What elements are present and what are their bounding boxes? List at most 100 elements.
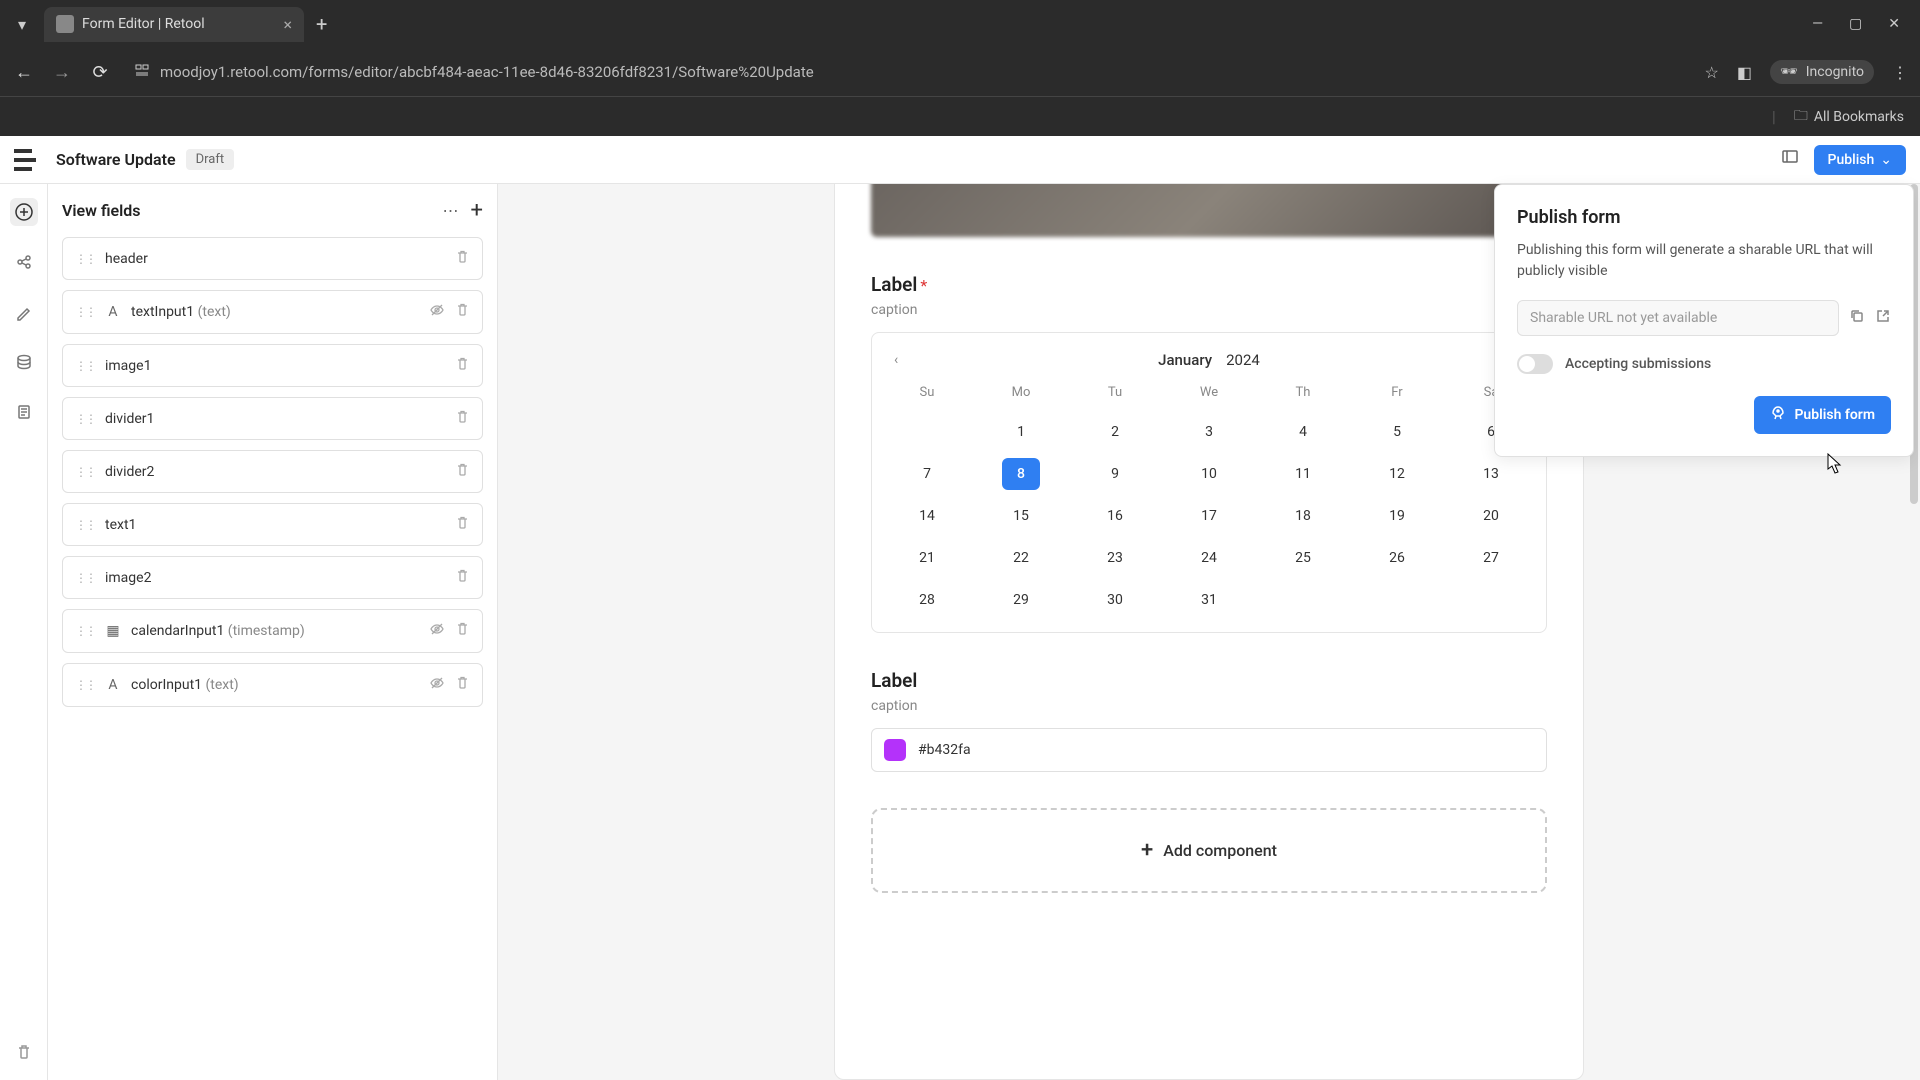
nav-forward-icon[interactable]: → — [50, 62, 74, 83]
sharable-url-field[interactable]: Sharable URL not yet available — [1517, 300, 1839, 336]
calendar-prev-icon[interactable]: ‹ — [886, 348, 906, 372]
delete-field-icon[interactable] — [455, 302, 470, 322]
field-card[interactable]: ⋮⋮ divider1 — [62, 397, 483, 440]
hide-field-icon[interactable] — [429, 675, 445, 695]
calendar-day[interactable]: 25 — [1284, 542, 1322, 574]
calendar-day[interactable]: 16 — [1096, 500, 1134, 532]
calendar-day[interactable]: 2 — [1096, 416, 1134, 448]
rail-data-button[interactable] — [10, 348, 38, 376]
retool-logo[interactable] — [14, 149, 36, 171]
drag-handle-icon[interactable]: ⋮⋮ — [75, 465, 95, 479]
accepting-submissions-toggle[interactable] — [1517, 354, 1553, 374]
color-swatch[interactable] — [884, 739, 906, 761]
rail-add-button[interactable] — [10, 198, 38, 226]
incognito-badge[interactable]: 🕶 Incognito — [1770, 60, 1874, 84]
rail-design-button[interactable] — [10, 298, 38, 326]
sidebar-more-icon[interactable]: ⋯ — [443, 201, 459, 220]
drag-handle-icon[interactable]: ⋮⋮ — [75, 624, 95, 638]
calendar-day[interactable]: 3 — [1190, 416, 1228, 448]
url-field[interactable]: moodjoy1.retool.com/forms/editor/abcbf48… — [126, 62, 1690, 82]
calendar-day[interactable]: 20 — [1472, 500, 1510, 532]
all-bookmarks-button[interactable]: 🗀 All Bookmarks — [1794, 105, 1904, 129]
open-url-icon[interactable] — [1875, 308, 1891, 328]
calendar-day[interactable]: 17 — [1190, 500, 1228, 532]
rail-share-button[interactable] — [10, 248, 38, 276]
calendar-day[interactable]: 22 — [1002, 542, 1040, 574]
rail-trash-button[interactable] — [10, 1038, 38, 1066]
window-close-icon[interactable]: ✕ — [1888, 16, 1900, 32]
calendar-day[interactable]: 14 — [908, 500, 946, 532]
add-component-button[interactable]: + Add component — [871, 808, 1547, 893]
field-card[interactable]: ⋮⋮ header — [62, 237, 483, 280]
calendar-day[interactable]: 8 — [1002, 458, 1040, 490]
calendar-day[interactable]: 30 — [1096, 584, 1134, 616]
drag-handle-icon[interactable]: ⋮⋮ — [75, 412, 95, 426]
sidebar-add-icon[interactable]: + — [471, 198, 483, 223]
color-input[interactable]: #b432fa — [871, 728, 1547, 772]
nav-back-icon[interactable]: ← — [12, 62, 36, 83]
drag-handle-icon[interactable]: ⋮⋮ — [75, 571, 95, 585]
calendar-month[interactable]: January — [1158, 351, 1212, 369]
calendar-day[interactable]: 10 — [1190, 458, 1228, 490]
delete-field-icon[interactable] — [455, 515, 470, 534]
delete-field-icon[interactable] — [455, 249, 470, 268]
preview-icon[interactable] — [1780, 147, 1800, 172]
drag-handle-icon[interactable]: ⋮⋮ — [75, 518, 95, 532]
tab-close-icon[interactable]: × — [283, 15, 292, 34]
calendar-input[interactable]: ‹ January 2024 › SuMoTuWeThFrSa123456789… — [871, 332, 1547, 633]
tab-search-dropdown[interactable]: ▾ — [8, 10, 36, 38]
site-info-icon[interactable] — [134, 62, 150, 82]
bookmark-star-icon[interactable]: ☆ — [1704, 63, 1718, 82]
window-maximize-icon[interactable]: ▢ — [1849, 16, 1862, 32]
calendar-day[interactable]: 31 — [1190, 584, 1228, 616]
hide-field-icon[interactable] — [429, 302, 445, 322]
calendar-day[interactable]: 19 — [1378, 500, 1416, 532]
calendar-day[interactable]: 15 — [1002, 500, 1040, 532]
field-card[interactable]: ⋮⋮ image1 — [62, 344, 483, 387]
field-card[interactable]: ⋮⋮ image2 — [62, 556, 483, 599]
publish-form-button[interactable]: Publish form — [1754, 396, 1891, 434]
calendar-day[interactable]: 9 — [1096, 458, 1134, 490]
calendar-day[interactable]: 13 — [1472, 458, 1510, 490]
rail-docs-button[interactable] — [10, 398, 38, 426]
calendar-day[interactable]: 24 — [1190, 542, 1228, 574]
calendar-day[interactable]: 5 — [1378, 416, 1416, 448]
delete-field-icon[interactable] — [455, 675, 470, 695]
field-card[interactable]: ⋮⋮ ▦ calendarInput1 (timestamp) — [62, 609, 483, 653]
calendar-day[interactable]: 28 — [908, 584, 946, 616]
calendar-day[interactable]: 7 — [908, 458, 946, 490]
calendar-day[interactable]: 21 — [908, 542, 946, 574]
calendar-day[interactable]: 1 — [1002, 416, 1040, 448]
publish-button[interactable]: Publish ⌄ — [1814, 145, 1906, 175]
side-panel-icon[interactable]: ◧ — [1737, 63, 1752, 82]
browser-tab[interactable]: Form Editor | Retool × — [44, 7, 304, 42]
drag-handle-icon[interactable]: ⋮⋮ — [75, 678, 95, 692]
calendar-year[interactable]: 2024 — [1226, 351, 1260, 369]
calendar-day[interactable]: 11 — [1284, 458, 1322, 490]
delete-field-icon[interactable] — [455, 621, 470, 641]
field-card[interactable]: ⋮⋮ divider2 — [62, 450, 483, 493]
new-tab-button[interactable]: + — [316, 12, 327, 36]
hide-field-icon[interactable] — [429, 621, 445, 641]
calendar-day[interactable]: 12 — [1378, 458, 1416, 490]
delete-field-icon[interactable] — [455, 462, 470, 481]
calendar-day[interactable]: 4 — [1284, 416, 1322, 448]
browser-menu-icon[interactable]: ⋮ — [1892, 63, 1908, 82]
calendar-day[interactable]: 29 — [1002, 584, 1040, 616]
drag-handle-icon[interactable]: ⋮⋮ — [75, 252, 95, 266]
copy-url-icon[interactable] — [1849, 308, 1865, 328]
field-card[interactable]: ⋮⋮ text1 — [62, 503, 483, 546]
window-minimize-icon[interactable]: — — [1812, 16, 1823, 32]
calendar-day[interactable]: 27 — [1472, 542, 1510, 574]
drag-handle-icon[interactable]: ⋮⋮ — [75, 305, 95, 319]
field-card[interactable]: ⋮⋮ A textInput1 (text) — [62, 290, 483, 334]
nav-reload-icon[interactable]: ⟳ — [88, 62, 112, 83]
delete-field-icon[interactable] — [455, 409, 470, 428]
delete-field-icon[interactable] — [455, 568, 470, 587]
calendar-day[interactable]: 23 — [1096, 542, 1134, 574]
delete-field-icon[interactable] — [455, 356, 470, 375]
drag-handle-icon[interactable]: ⋮⋮ — [75, 359, 95, 373]
calendar-day[interactable]: 26 — [1378, 542, 1416, 574]
calendar-day[interactable]: 18 — [1284, 500, 1322, 532]
field-card[interactable]: ⋮⋮ A colorInput1 (text) — [62, 663, 483, 707]
